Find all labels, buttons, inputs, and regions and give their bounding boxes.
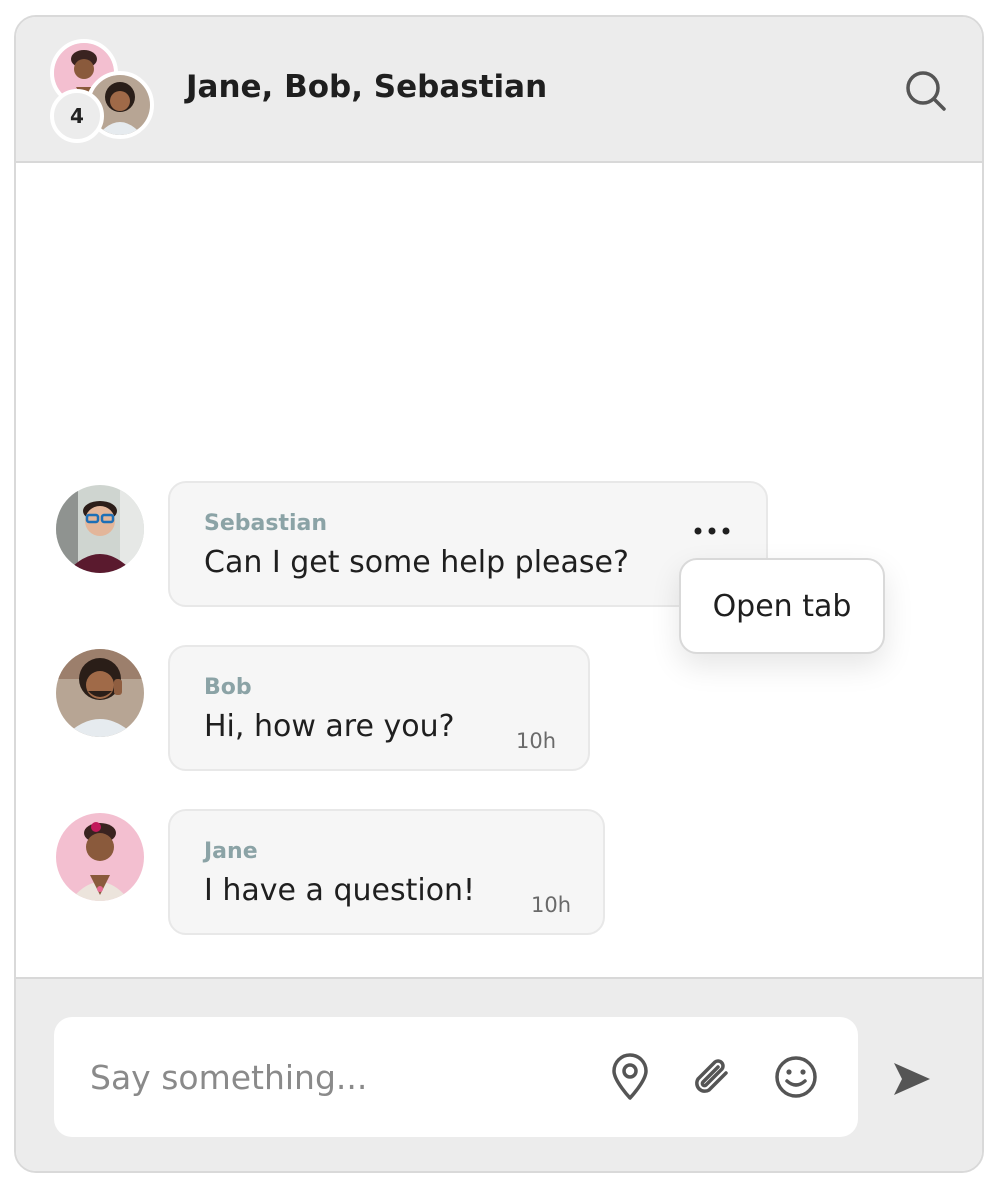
- emoji-button[interactable]: [772, 1053, 820, 1101]
- send-button[interactable]: [886, 1053, 938, 1105]
- message-input[interactable]: [54, 1017, 574, 1137]
- message-sender: Bob: [204, 675, 252, 700]
- open-tab-menu-item[interactable]: Open tab: [679, 558, 885, 654]
- message-text: Hi, how are you?: [204, 709, 455, 744]
- chat-header: 4 Jane, Bob, Sebastian: [16, 17, 982, 163]
- message-bubble: Jane I have a question! 10h: [168, 809, 605, 935]
- message-text: I have a question!: [204, 873, 476, 908]
- avatar-bob[interactable]: [56, 649, 144, 737]
- chat-title: Jane, Bob, Sebastian: [186, 69, 548, 105]
- participant-count-badge: 4: [50, 89, 104, 143]
- message-sender: Jane: [204, 839, 258, 864]
- message-timestamp: 10h: [530, 893, 571, 917]
- message-bubble: Sebastian Can I get some help please?: [168, 481, 768, 607]
- chat-window: 4 Jane, Bob, Sebastian Sebastian Can I g…: [14, 15, 984, 1173]
- search-button[interactable]: [902, 67, 950, 115]
- group-avatars[interactable]: 4: [50, 39, 154, 143]
- message-list: Sebastian Can I get some help please? Bo…: [16, 163, 982, 977]
- avatar-jane[interactable]: [56, 813, 144, 901]
- message-bubble: Bob Hi, how are you? 10h: [168, 645, 590, 771]
- composer-bar: [16, 977, 982, 1171]
- send-icon: [894, 1063, 930, 1095]
- jane-avatar-image: [56, 813, 144, 901]
- avatar-sebastian[interactable]: [56, 485, 144, 573]
- more-horizontal-icon: [694, 527, 730, 535]
- composer-input-box: [54, 1017, 858, 1137]
- attach-button[interactable]: [688, 1053, 736, 1101]
- sebastian-avatar-image: [56, 485, 144, 573]
- message-text: Can I get some help please?: [204, 545, 629, 580]
- message-timestamp: 10h: [515, 729, 556, 753]
- search-icon: [906, 71, 946, 111]
- paperclip-icon: [695, 1059, 728, 1093]
- message-sender: Sebastian: [204, 511, 328, 536]
- bob-avatar-image: [56, 649, 144, 737]
- location-button[interactable]: [606, 1053, 654, 1101]
- location-pin-icon: [612, 1053, 648, 1100]
- smiley-icon: [775, 1056, 817, 1098]
- more-options-button[interactable]: [692, 519, 732, 543]
